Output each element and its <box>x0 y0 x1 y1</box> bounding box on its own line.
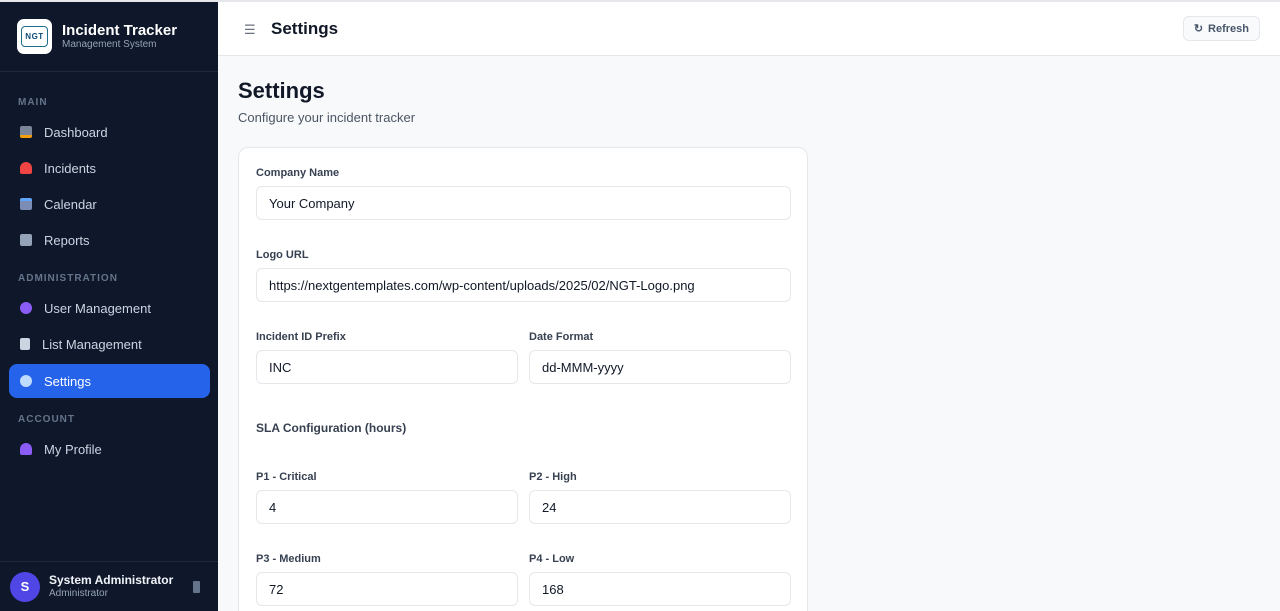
incident-id-prefix-input[interactable] <box>256 350 518 384</box>
date-format-label: Date Format <box>529 331 594 343</box>
gear-icon <box>20 375 32 387</box>
company-name-input[interactable] <box>256 186 791 220</box>
p3-medium-input[interactable] <box>256 572 518 606</box>
brand-title: Incident Tracker <box>62 22 178 39</box>
logout-icon[interactable] <box>193 580 200 593</box>
p1-critical-input[interactable] <box>256 490 518 524</box>
logo-url-input[interactable] <box>256 268 791 302</box>
logo-url-label: Logo URL <box>256 249 309 261</box>
sidebar-item-incidents[interactable]: Incidents <box>9 151 210 185</box>
sidebar-item-calendar[interactable]: Calendar <box>9 187 210 221</box>
logo[interactable]: NGT <box>17 19 52 54</box>
sidebar-item-label: Settings <box>44 373 91 389</box>
sidebar: NGT Incident Tracker Management System M… <box>0 0 218 611</box>
users-icon <box>20 302 32 314</box>
topbar: ☰ Settings ↻ Refresh <box>218 0 1280 56</box>
refresh-button[interactable]: ↻ Refresh <box>1182 16 1260 41</box>
user-name: System Administrator <box>49 573 174 587</box>
section-label-main: MAIN <box>18 97 48 108</box>
sidebar-item-settings[interactable]: Settings <box>9 364 210 398</box>
section-label-account: ACCOUNT <box>18 414 75 425</box>
p3-medium-label: P3 - Medium <box>256 553 321 565</box>
p4-low-input[interactable] <box>529 572 791 606</box>
user-text: System Administrator Administrator <box>49 573 193 600</box>
sidebar-item-label: Incidents <box>44 160 97 176</box>
sidebar-item-label: Dashboard <box>44 124 108 140</box>
sidebar-item-label: List Management <box>42 336 142 352</box>
incident-id-prefix-label: Incident ID Prefix <box>256 331 346 343</box>
sidebar-item-list-management[interactable]: List Management <box>9 327 210 361</box>
p4-low-label: P4 - Low <box>529 553 575 565</box>
document-icon <box>20 338 30 350</box>
brand-subtitle: Management System <box>62 39 157 50</box>
topbar-title: Settings <box>271 19 339 38</box>
settings-form-card: Company Name Logo URL Incident ID Prefix… <box>238 147 808 611</box>
date-format-input[interactable] <box>529 350 791 384</box>
section-label-administration: ADMINISTRATION <box>18 273 118 284</box>
calendar-icon <box>20 198 32 210</box>
sidebar-item-label: Calendar <box>44 196 97 212</box>
p2-high-input[interactable] <box>529 490 791 524</box>
bar-chart-icon <box>20 126 32 138</box>
line-chart-icon <box>20 234 32 246</box>
sidebar-item-label: User Management <box>44 300 151 316</box>
refresh-icon: ↻ <box>1193 23 1204 35</box>
p2-high-label: P2 - High <box>529 471 577 483</box>
brand-text: Incident Tracker Management System <box>62 22 177 51</box>
sidebar-item-my-profile[interactable]: My Profile <box>9 432 210 466</box>
page-subtitle: Configure your incident tracker <box>238 110 416 125</box>
company-name-label: Company Name <box>256 167 340 179</box>
sidebar-item-dashboard[interactable]: Dashboard <box>9 115 210 149</box>
page-title: Settings <box>238 78 325 103</box>
refresh-label: Refresh <box>1208 22 1249 35</box>
brand: NGT Incident Tracker Management System <box>0 2 218 72</box>
sidebar-item-user-management[interactable]: User Management <box>9 291 210 325</box>
logo-mark: NGT <box>21 26 48 47</box>
sidebar-item-reports[interactable]: Reports <box>9 223 210 257</box>
hamburger-menu-icon[interactable]: ☰ <box>244 22 256 38</box>
sla-configuration-heading: SLA Configuration (hours) <box>256 421 407 435</box>
sidebar-item-label: Reports <box>44 232 90 248</box>
user-icon <box>20 443 32 455</box>
p1-critical-label: P1 - Critical <box>256 471 317 483</box>
user-block[interactable]: S System Administrator Administrator <box>0 561 218 611</box>
avatar[interactable]: S <box>10 571 40 602</box>
user-role: Administrator <box>49 588 108 599</box>
sidebar-item-label: My Profile <box>44 441 102 457</box>
siren-icon <box>20 162 32 174</box>
